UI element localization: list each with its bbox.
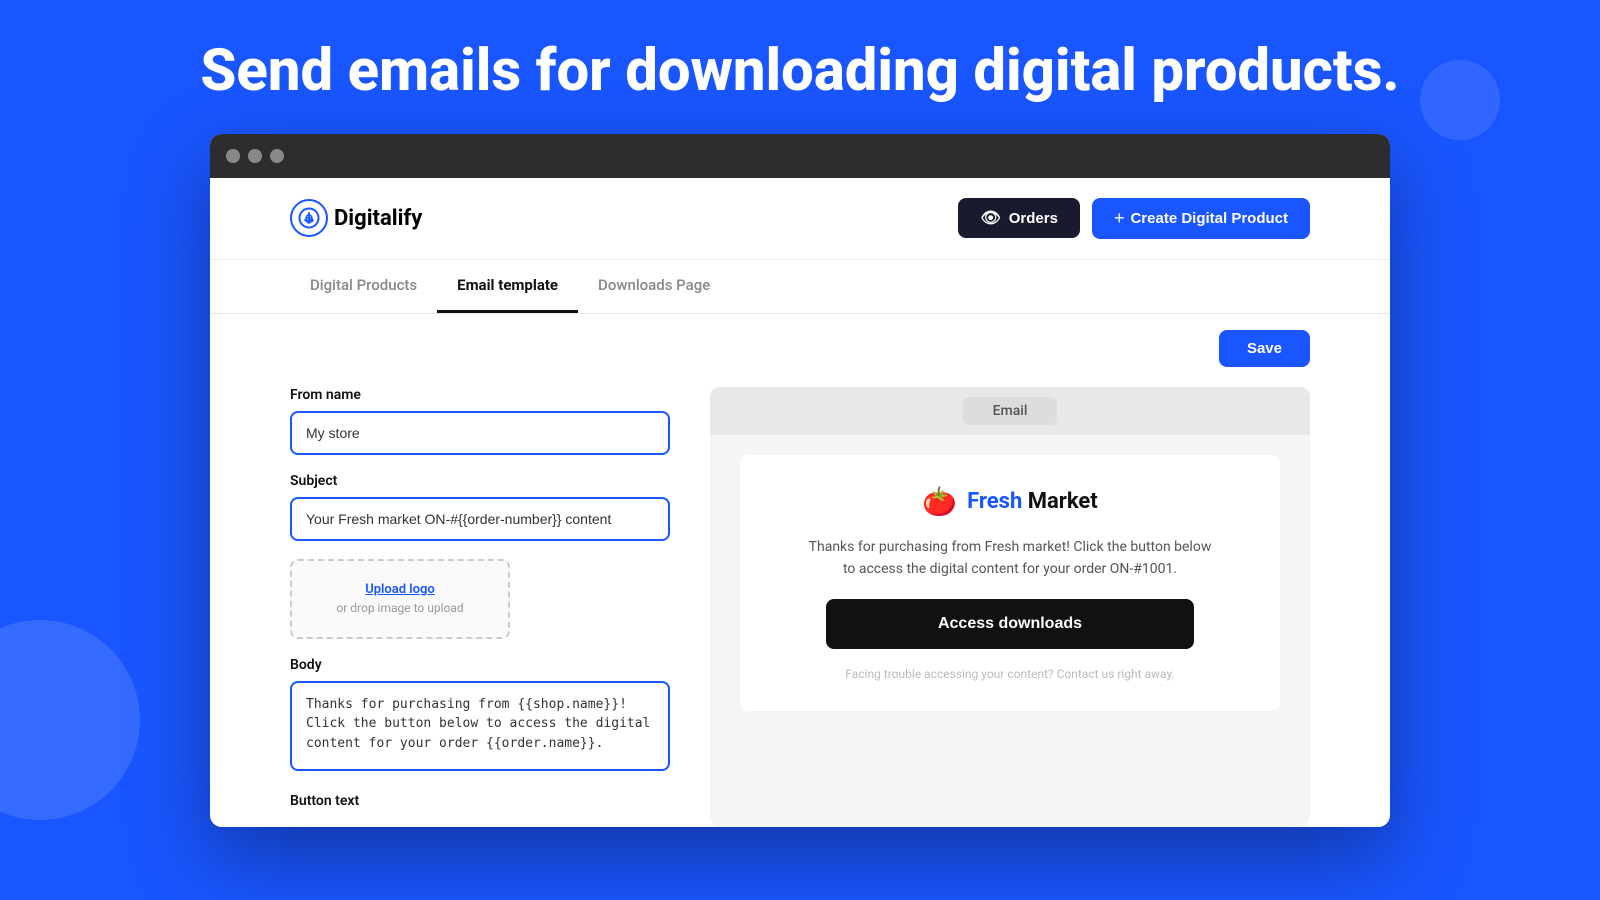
eye-icon: 👁 <box>980 208 1000 228</box>
orders-button[interactable]: 👁 Orders <box>958 198 1080 238</box>
header-actions: 👁 Orders + Create Digital Product <box>958 198 1310 239</box>
preview-brand: 🍅 Fresh Market <box>922 485 1097 518</box>
logo-icon <box>290 199 328 237</box>
tabs-bar: Digital Products Email template Download… <box>210 260 1390 314</box>
page-headline: Send emails for downloading digital prod… <box>0 0 1600 134</box>
save-button[interactable]: Save <box>1219 330 1310 367</box>
brand-tomato-icon: 🍅 <box>922 485 957 518</box>
tab-downloads-page[interactable]: Downloads Page <box>578 260 730 313</box>
browser-titlebar <box>210 134 1390 178</box>
body-textarea[interactable]: Thanks for purchasing from {{shop.name}}… <box>290 681 670 771</box>
brand-fresh: Fresh <box>967 489 1022 514</box>
logo-upload-box[interactable]: Upload logo or drop image to upload <box>290 559 510 639</box>
tab-email-template[interactable]: Email template <box>437 260 578 313</box>
main-area: From name Subject Upload logo or drop im… <box>210 367 1390 827</box>
decorative-blob-left <box>0 620 140 820</box>
preview-email-body: 🍅 Fresh Market Thanks for purchasing fro… <box>740 455 1280 711</box>
form-panel: From name Subject Upload logo or drop im… <box>290 387 670 827</box>
preview-panel: Email 🍅 Fresh Market Thanks for purchasi… <box>710 387 1310 827</box>
decorative-blob-right <box>1420 60 1500 140</box>
body-label: Body <box>290 657 670 673</box>
from-name-input[interactable] <box>290 411 670 455</box>
browser-dot-minimize <box>248 149 262 163</box>
from-name-label: From name <box>290 387 670 403</box>
app-header: Digitalify 👁 Orders + Create Digital Pro… <box>210 178 1390 260</box>
access-downloads-button[interactable]: Access downloads <box>826 599 1194 649</box>
preview-brand-name: Fresh Market <box>967 489 1098 514</box>
logo-light: ify <box>398 206 423 231</box>
preview-trouble-text: Facing trouble accessing your content? C… <box>845 667 1174 681</box>
logo-area: Digitalify <box>290 199 422 237</box>
upload-hint: or drop image to upload <box>336 601 463 615</box>
logo-text: Digitalify <box>334 206 422 231</box>
app-content: Digitalify 👁 Orders + Create Digital Pro… <box>210 178 1390 827</box>
preview-tab-bar: Email <box>710 387 1310 435</box>
subject-input[interactable] <box>290 497 670 541</box>
body-field-group: Body Thanks for purchasing from {{shop.n… <box>290 657 670 775</box>
browser-window: Digitalify 👁 Orders + Create Digital Pro… <box>210 134 1390 827</box>
browser-dot-close <box>226 149 240 163</box>
from-name-field-group: From name <box>290 387 670 455</box>
logo-bold: Digital <box>334 206 398 231</box>
create-digital-product-button[interactable]: + Create Digital Product <box>1092 198 1310 239</box>
plus-icon: + <box>1114 208 1125 229</box>
preview-body-text: Thanks for purchasing from Fresh market!… <box>809 536 1212 581</box>
button-text-label: Button text <box>290 793 670 809</box>
tab-digital-products[interactable]: Digital Products <box>290 260 437 313</box>
subject-field-group: Subject <box>290 473 670 541</box>
brand-market: Market <box>1022 489 1097 514</box>
subject-label: Subject <box>290 473 670 489</box>
button-text-group: Button text <box>290 793 670 809</box>
browser-dot-maximize <box>270 149 284 163</box>
save-action-row: Save <box>210 314 1390 367</box>
page-background: Send emails for downloading digital prod… <box>0 0 1600 900</box>
preview-email-tab[interactable]: Email <box>963 397 1058 425</box>
logo-upload-group: Upload logo or drop image to upload <box>290 559 670 639</box>
upload-logo-link[interactable]: Upload logo <box>365 582 435 597</box>
